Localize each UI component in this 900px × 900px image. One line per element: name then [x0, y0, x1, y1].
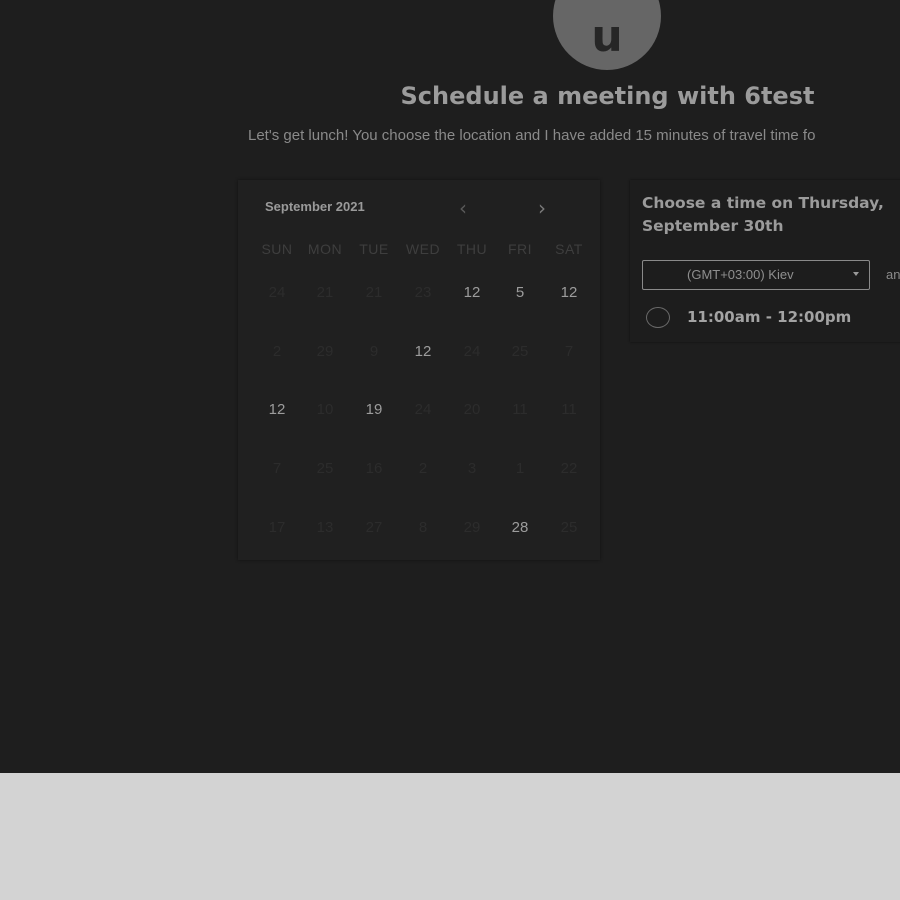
calendar-day-available[interactable]: 12	[399, 337, 447, 367]
calendar-day-unavailable: 27	[365, 519, 383, 536]
calendar-day-unavailable: 13	[316, 519, 334, 536]
calendar-day-unavailable: 10	[316, 401, 334, 418]
calendar-day-unavailable: 24	[414, 401, 432, 418]
timezone-extra-text: an	[886, 267, 900, 282]
calendar-panel	[238, 180, 600, 560]
calendar-day-unavailable: 17	[268, 519, 286, 536]
calendar-day-unavailable: 11	[561, 401, 577, 418]
calendar-day-available[interactable]: 12	[448, 278, 496, 308]
weekday-label: WED	[405, 241, 441, 257]
avatar: u	[553, 0, 661, 70]
calendar-day-unavailable: 24	[268, 284, 286, 301]
time-slot-label: 11:00am - 12:00pm	[687, 308, 852, 326]
calendar-day-available[interactable]: 12	[545, 278, 593, 308]
chevron-down-icon	[853, 272, 859, 276]
calendar-day-unavailable: 24	[463, 343, 481, 360]
calendar-day-unavailable: 8	[418, 519, 428, 536]
calendar-day-available[interactable]: 5	[496, 278, 544, 308]
calendar-day-unavailable: 11	[512, 401, 528, 418]
calendar-day-unavailable: 25	[316, 460, 334, 477]
calendar-day-unavailable: 1	[515, 460, 525, 477]
calendar-month-label: September 2021	[265, 199, 365, 214]
calendar-day-unavailable: 29	[316, 343, 334, 360]
calendar-day-unavailable: 22	[560, 460, 578, 477]
calendar-day-unavailable: 21	[365, 284, 383, 301]
calendar-day-unavailable: 7	[272, 460, 282, 477]
calendar-day-unavailable: 7	[564, 343, 574, 360]
calendar-day-unavailable: 3	[467, 460, 477, 477]
weekday-label: TUE	[359, 241, 389, 257]
timezone-select[interactable]: (GMT+03:00) Kiev	[642, 260, 870, 290]
radio-circle-icon[interactable]	[646, 307, 670, 328]
event-description: Let's get lunch! You choose the location…	[248, 127, 816, 144]
timezone-value: (GMT+03:00) Kiev	[687, 267, 794, 282]
weekday-label: SUN	[261, 241, 293, 257]
calendar-day-unavailable: 25	[560, 519, 578, 536]
calendar-day-available[interactable]: 28	[496, 513, 544, 543]
calendar-day-unavailable: 21	[316, 284, 334, 301]
calendar-day-unavailable: 2	[272, 343, 282, 360]
calendar-day-unavailable: 16	[365, 460, 383, 477]
scheduler-page: u Schedule a meeting with 6test Let's ge…	[0, 0, 900, 773]
calendar-day-unavailable: 25	[511, 343, 529, 360]
calendar-day-unavailable: 2	[418, 460, 428, 477]
calendar-day-unavailable: 9	[369, 343, 379, 360]
weekday-label: THU	[456, 241, 488, 257]
calendar-day-available[interactable]: 12	[253, 395, 301, 425]
weekday-label: SAT	[555, 241, 583, 257]
weekday-label: MON	[307, 241, 343, 257]
previous-month-icon[interactable]: ‹	[453, 196, 473, 220]
time-slot-option[interactable]: 11:00am - 12:00pm	[646, 306, 866, 330]
page-title: Schedule a meeting with 6test	[400, 82, 815, 110]
avatar-initial: u	[591, 10, 623, 62]
weekday-label: FRI	[507, 241, 533, 257]
calendar-day-unavailable: 23	[414, 284, 432, 301]
calendar-day-unavailable: 20	[463, 401, 481, 418]
calendar-day-unavailable: 29	[463, 519, 481, 536]
time-selection-heading: Choose a time on Thursday, September 30t…	[642, 194, 884, 235]
calendar-day-available[interactable]: 19	[350, 395, 398, 425]
next-month-icon[interactable]: ›	[532, 196, 552, 220]
